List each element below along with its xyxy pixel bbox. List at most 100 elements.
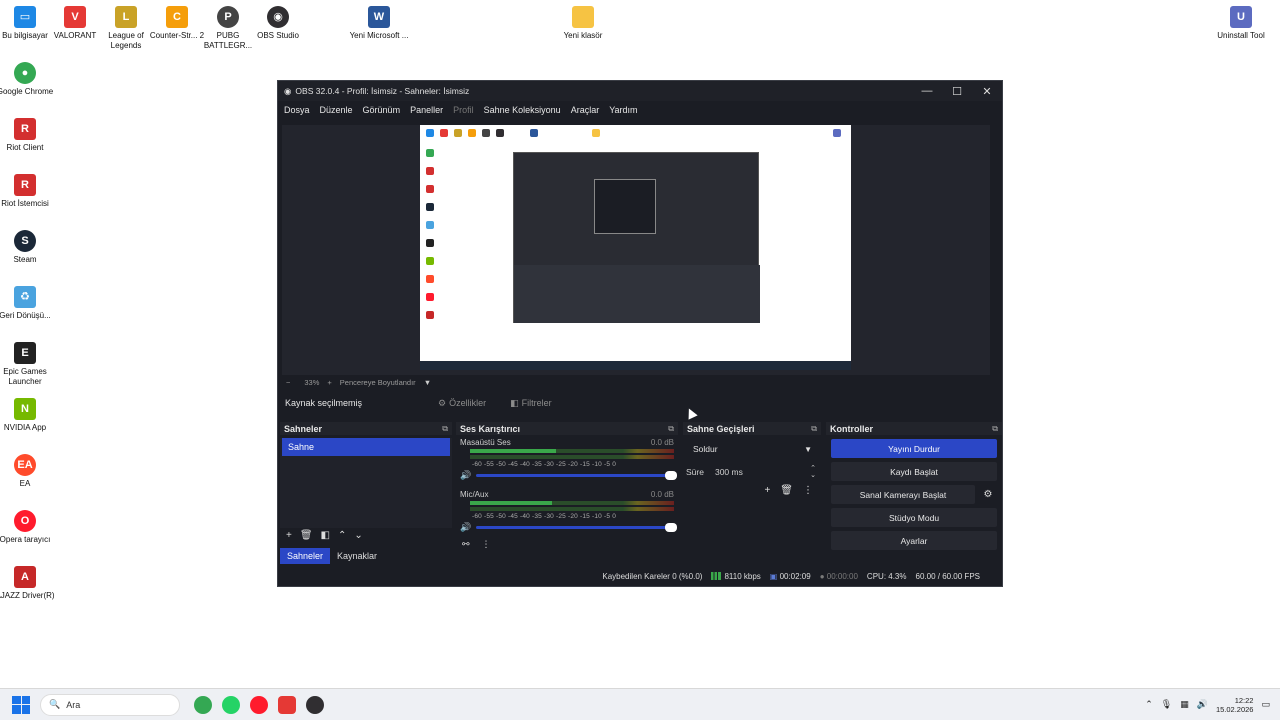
desktop-icon-word-doc[interactable]: W Yeni Microsoft ...: [349, 6, 409, 41]
undock-icon[interactable]: ⧉: [811, 424, 817, 434]
desktop-icon-epic[interactable]: E Epic Games Launcher: [0, 342, 55, 387]
properties-button[interactable]: ⚙ Özellikler: [430, 396, 494, 411]
desktop-icon-nvidia[interactable]: N NVIDIA App: [0, 398, 55, 433]
desktop-icon-riot-istemcisi[interactable]: R Riot İstemcisi: [0, 174, 55, 209]
trash-icon[interactable]: 🗑: [300, 530, 313, 541]
chevron-up-icon[interactable]: ⌃: [1145, 699, 1153, 710]
menu-dosya[interactable]: Dosya: [284, 105, 310, 115]
zoom-out-button[interactable]: −: [286, 378, 290, 387]
search-box[interactable]: 🔍 Ara: [40, 693, 180, 716]
word-icon: W: [368, 6, 390, 28]
chrome-taskbar-icon[interactable]: [194, 695, 212, 714]
desktop-icon-ea[interactable]: EA EA: [0, 454, 55, 489]
start-button[interactable]: [12, 695, 30, 714]
filter-icon[interactable]: ◧: [321, 530, 330, 541]
obs-icon: ◉: [267, 6, 289, 28]
desktop-icon-ajazz[interactable]: A AJAZZ Driver(R): [0, 566, 55, 601]
menu-araclar[interactable]: Araçlar: [571, 105, 600, 115]
clock[interactable]: 12:22 15.02.2026: [1216, 696, 1254, 714]
meter-level: [470, 449, 556, 453]
add-icon[interactable]: +: [764, 485, 770, 496]
preview-nested-window: [513, 152, 760, 323]
signal-icon: [711, 572, 722, 581]
volume-slider[interactable]: [476, 471, 677, 480]
link-icon[interactable]: ⚯: [462, 539, 470, 550]
start-virtual-camera-button[interactable]: Sanal Kamerayı Başlat: [831, 485, 975, 504]
valorant-icon: V: [64, 6, 86, 28]
desktop-icon-riot-client[interactable]: R Riot Client: [0, 118, 55, 153]
microphone-icon[interactable]: 🎙: [1161, 699, 1172, 710]
stop-stream-button[interactable]: Yayını Durdur: [831, 439, 997, 458]
zoom-in-button[interactable]: +: [327, 378, 331, 387]
maximize-button[interactable]: ☐: [942, 85, 972, 98]
riot-icon: R: [14, 118, 36, 140]
gear-icon[interactable]: ⚙: [979, 485, 997, 504]
scenes-list: Sahne: [280, 438, 452, 528]
volume-icon[interactable]: 🔊: [1197, 699, 1208, 710]
controls-dock: Kontroller ⧉ Yayını Durdur Kaydı Başlat …: [826, 422, 1002, 565]
cs2-icon: C: [166, 6, 188, 28]
more-icon[interactable]: ⋮: [803, 485, 813, 496]
ajazz-icon: A: [14, 566, 36, 588]
opera-taskbar-icon[interactable]: [250, 695, 268, 714]
speaker-icon[interactable]: 🔊: [460, 470, 471, 481]
notification-icon[interactable]: ▭: [1261, 699, 1270, 710]
filters-button[interactable]: ◧ Filtreler: [502, 396, 560, 411]
desktop-icon-obs[interactable]: ◉ OBS Studio: [248, 6, 308, 41]
volume-meter: [470, 501, 674, 513]
riot-icon: R: [14, 174, 36, 196]
duration-label: Süre: [686, 467, 704, 477]
gear-icon: ⚙: [438, 397, 447, 408]
undock-icon[interactable]: ⧉: [992, 424, 998, 434]
desktop-icon-uninstall-tool[interactable]: U Uninstall Tool: [1211, 6, 1271, 41]
preview-area[interactable]: [282, 125, 990, 375]
volume-slider[interactable]: [476, 523, 677, 532]
recycle-bin-icon: ♻: [14, 286, 36, 308]
tab-sources[interactable]: Kaynaklar: [330, 548, 384, 564]
desktop-icon-new-folder[interactable]: Yeni klasör: [553, 6, 613, 41]
menu-paneller[interactable]: Paneller: [410, 105, 443, 115]
desktop-icon-recycle-bin[interactable]: ♻ Geri Dönüşü...: [0, 286, 55, 321]
stepper-icon[interactable]: ⌃ ⌄: [810, 465, 816, 479]
menu-duzenle[interactable]: Düzenle: [320, 105, 353, 115]
audio-mixer-dock: Ses Karıştırıcı ⧉ Masaüstü Ses 0.0 dB -6…: [456, 422, 678, 565]
menu-gorunum[interactable]: Görünüm: [363, 105, 401, 115]
menu-sahne-koleksiyonu[interactable]: Sahne Koleksiyonu: [484, 105, 561, 115]
trash-icon[interactable]: 🗑: [780, 485, 793, 496]
menu-yardim[interactable]: Yardım: [609, 105, 637, 115]
menu-profil[interactable]: Profil: [453, 105, 474, 115]
whatsapp-taskbar-icon[interactable]: [222, 695, 240, 714]
minimize-button[interactable]: —: [912, 85, 942, 98]
undock-icon[interactable]: ⧉: [668, 424, 674, 434]
fit-to-window[interactable]: Pencereye Boyutlandır: [340, 378, 416, 387]
preview-canvas[interactable]: [420, 125, 851, 370]
arrow-up-icon[interactable]: ⌃: [338, 530, 346, 541]
obs-titlebar[interactable]: ◉ OBS 32.0.4 - Profil: İsimsiz - Sahnele…: [278, 81, 1002, 101]
close-button[interactable]: ✕: [972, 85, 1002, 98]
channel-db: 0.0 dB: [650, 438, 674, 447]
desktop-icon-opera[interactable]: O Opera tarayıcı: [0, 510, 55, 545]
network-icon[interactable]: ▦: [1180, 699, 1189, 710]
studio-mode-button[interactable]: Stüdyo Modu: [831, 508, 997, 527]
chevron-down-icon[interactable]: ▼: [424, 378, 431, 387]
valorant-taskbar-icon[interactable]: [278, 695, 296, 714]
undock-icon[interactable]: ⧉: [442, 424, 448, 434]
more-icon[interactable]: ⋮: [482, 539, 491, 550]
desktop-icon-chrome[interactable]: ● Google Chrome: [0, 62, 55, 97]
settings-button[interactable]: Ayarlar: [831, 531, 997, 550]
arrow-down-icon[interactable]: ⌄: [354, 530, 362, 541]
pubg-icon: P: [217, 6, 239, 28]
tab-scenes[interactable]: Sahneler: [280, 548, 331, 564]
system-tray: ⌃ 🎙 ▦ 🔊 12:22 15.02.2026 ▭: [1145, 696, 1280, 714]
duration-input[interactable]: 300 ms: [715, 467, 799, 477]
obs-window: ◉ OBS 32.0.4 - Profil: İsimsiz - Sahnele…: [277, 80, 1003, 587]
start-recording-button[interactable]: Kaydı Başlat: [831, 462, 997, 481]
desktop-icon-steam[interactable]: S Steam: [0, 230, 55, 265]
transition-select[interactable]: Soldur ▼: [688, 441, 816, 457]
obs-taskbar-icon[interactable]: [306, 695, 324, 714]
add-icon[interactable]: +: [286, 530, 292, 541]
scene-item[interactable]: Sahne: [282, 438, 450, 456]
speaker-icon[interactable]: 🔊: [460, 522, 471, 533]
mixer-channel: Mic/Aux 0.0 dB -60 -55 -50 -45 -40 -35 -…: [456, 487, 678, 535]
no-source-label: Kaynak seçilmemiş: [285, 398, 363, 408]
